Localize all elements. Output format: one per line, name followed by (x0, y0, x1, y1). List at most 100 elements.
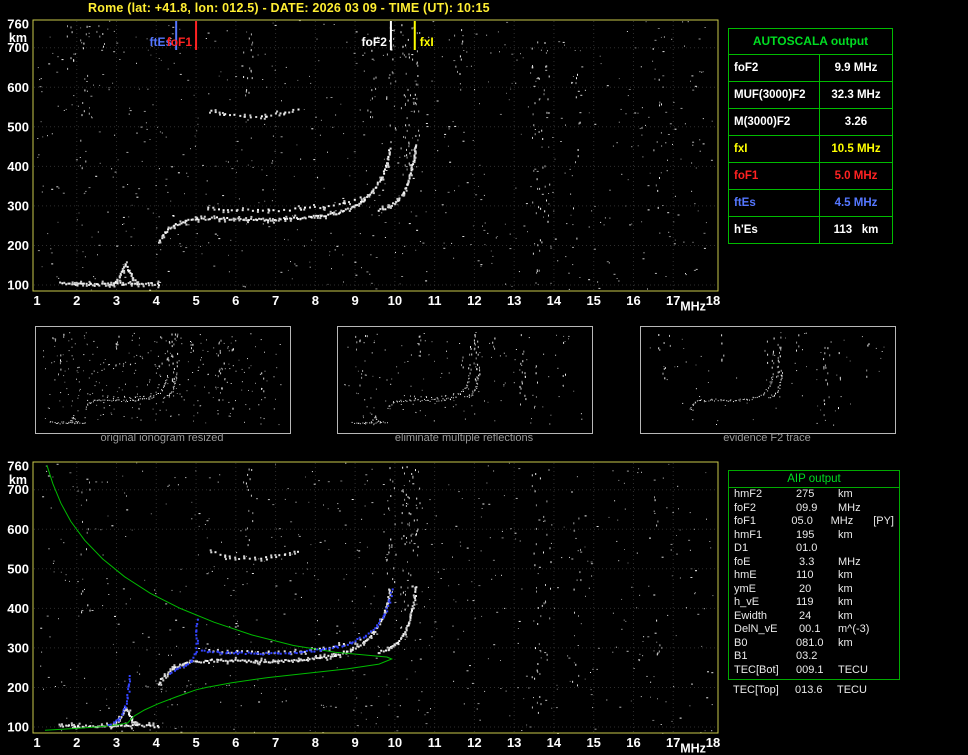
aip-output-panel: AIP output hmF2 275 km foF2 09.9 MHz foF1 05.0 M… (728, 470, 900, 698)
x-tick-label: 5 (192, 735, 199, 750)
aip-val: 110 (796, 569, 814, 581)
echo-noise (37, 20, 713, 291)
aip-val: 013.6 (795, 684, 823, 696)
x-tick-label: 10 (388, 735, 402, 750)
x-tick-label: 6 (232, 293, 239, 308)
thumbnail-caption-f2: evidence F2 trace (723, 432, 811, 444)
aip-val: 00.1 (796, 623, 821, 635)
autoscala-param-value: 10.5 MHz (831, 143, 881, 155)
aip-lbl: Ewidth (734, 609, 768, 622)
y-tick-label: 760 (7, 459, 29, 474)
aip-unit (834, 650, 884, 664)
aip-lbl: ymE (734, 582, 756, 595)
y-tick-label: 100 (7, 278, 29, 293)
thumbnail-caption-original: original ionogram resized (100, 432, 224, 444)
aip-unit: km (838, 596, 853, 608)
autoscala-param-name: h'Es (729, 217, 820, 243)
autoscala-row-m3000f2: M(3000)F2 3.26 (729, 109, 892, 136)
thumbnail-f2-evidence (640, 326, 896, 434)
plot-border (32, 19, 719, 292)
autoscala-param-value: 3.26 (844, 116, 868, 128)
trace-second-hop-echo (209, 549, 299, 562)
aip-extra (884, 488, 894, 502)
aip-extra (884, 623, 894, 637)
thumbnail-original-ionogram (35, 326, 291, 434)
aip-unit: m^(-3) (838, 623, 870, 635)
trace-second-hop-echo (103, 362, 136, 367)
plot-border (642, 328, 893, 431)
x-tick-label: 7 (272, 293, 279, 308)
trace-Es-peak (114, 261, 139, 285)
aip-val: 05.0 (791, 515, 813, 527)
plot-border (32, 461, 719, 734)
axis-labels: 100200300400500600700760km1 2 3 4 5 6 7 8 9 10 11 1… (7, 459, 720, 755)
aip-row-hve: h_vE 119 km (729, 596, 899, 610)
aip-row-d1: D1 01.0 (729, 542, 899, 556)
y-tick-label: 400 (7, 601, 29, 616)
autoscala-row-ftes: ftEs 4.5 MHz (729, 190, 892, 217)
x-tick-label: 7 (272, 735, 279, 750)
aip-unit: MHz (838, 501, 861, 514)
x-tick-label: 15 (586, 735, 600, 750)
aip-lbl: TEC[Bot] (734, 663, 779, 676)
aip-lbl: B1 (734, 650, 748, 662)
scaled-frequency-markers: ftEsfoF1 foF2 fxI (150, 21, 434, 50)
aip-extra: [PY] (873, 515, 894, 527)
thumbnail-filtered-plot (344, 332, 583, 426)
aip-extra (884, 650, 894, 664)
aip-val: 081.0 (796, 636, 824, 649)
aip-extra (884, 502, 894, 516)
aip-row-hmf2: hmF2 275 km (729, 488, 899, 502)
aip-extra (884, 583, 894, 597)
aip-output-rows: hmF2 275 km foF2 09.9 MHz foF1 05.0 MHz [PY] hmF1 1… (729, 488, 899, 677)
aip-val: 3.3 (796, 555, 815, 568)
aip-row-foe: foE 3.3 MHz (729, 556, 899, 570)
x-axis-unit: MHz (680, 300, 706, 314)
aip-row-b0: B0 081.0 km (729, 637, 899, 651)
autoscala-param-value: 113 km (833, 224, 879, 236)
trace-Es-peak (70, 415, 79, 424)
autoscala-param-name: fxI (729, 136, 820, 162)
trace-F-trace-ordinary (158, 588, 392, 686)
y-tick-label: 300 (7, 198, 29, 213)
echo-noise (344, 332, 583, 426)
aip-overflow-row: TEC[Top] 013.6 TECU (728, 680, 900, 698)
trace-Es-layer-trace (49, 421, 86, 425)
aip-output-title: AIP output (729, 471, 899, 488)
marker-label-foF2: foF2 (362, 35, 388, 49)
autoscala-param-name: M(3000)F2 (729, 109, 820, 135)
x-tick-label: 11 (428, 735, 442, 750)
x-tick-label: 8 (312, 735, 319, 750)
x-tick-label: 13 (507, 735, 521, 750)
ionogram-top-plot: ftEsfoF1 foF2 fxI100200300400500600700760k… (7, 17, 720, 314)
aip-unit (834, 542, 884, 556)
x-tick-label: 17 (666, 735, 680, 750)
aip-val: 20 (796, 582, 812, 595)
aip-extra (884, 610, 894, 624)
autoscala-row-muf3000f2: MUF(3000)F2 32.3 MHz (729, 82, 892, 109)
aip-extra (884, 637, 894, 651)
x-tick-label: 5 (192, 293, 199, 308)
trace-F-trace-ordinary (158, 147, 392, 244)
autoscala-param-name: ftEs (729, 190, 820, 216)
trace-F-trace-extraordinary (163, 374, 178, 399)
aip-val: 119 (796, 596, 814, 608)
autoscala-param-value: 4.5 MHz (834, 197, 878, 209)
thumbnail-original-plot (43, 332, 282, 426)
aip-row-ewidth: Ewidth 24 km (729, 610, 899, 624)
trace-second-hop-echo (209, 108, 300, 120)
aip-lbl: hmF1 (734, 528, 763, 541)
x-axis-unit: MHz (680, 742, 706, 755)
aip-lbl: DelN_vE (734, 623, 778, 635)
trace-Es-layer-trace (59, 279, 160, 289)
trace-F-trace-x-flat (207, 196, 363, 214)
y-tick-label: 300 (7, 640, 29, 655)
x-tick-label: 16 (626, 293, 640, 308)
echo-noise (649, 332, 885, 426)
x-tick-label: 6 (232, 735, 239, 750)
aip-extra (884, 542, 894, 556)
aip-val: 03.2 (796, 650, 818, 662)
marker-label-foF1: foF1 (167, 35, 193, 49)
axis-labels: 100200300400500600700760km1 2 3 4 5 6 7 8 9 10 11 1… (7, 17, 720, 314)
y-tick-label: 600 (7, 80, 29, 95)
